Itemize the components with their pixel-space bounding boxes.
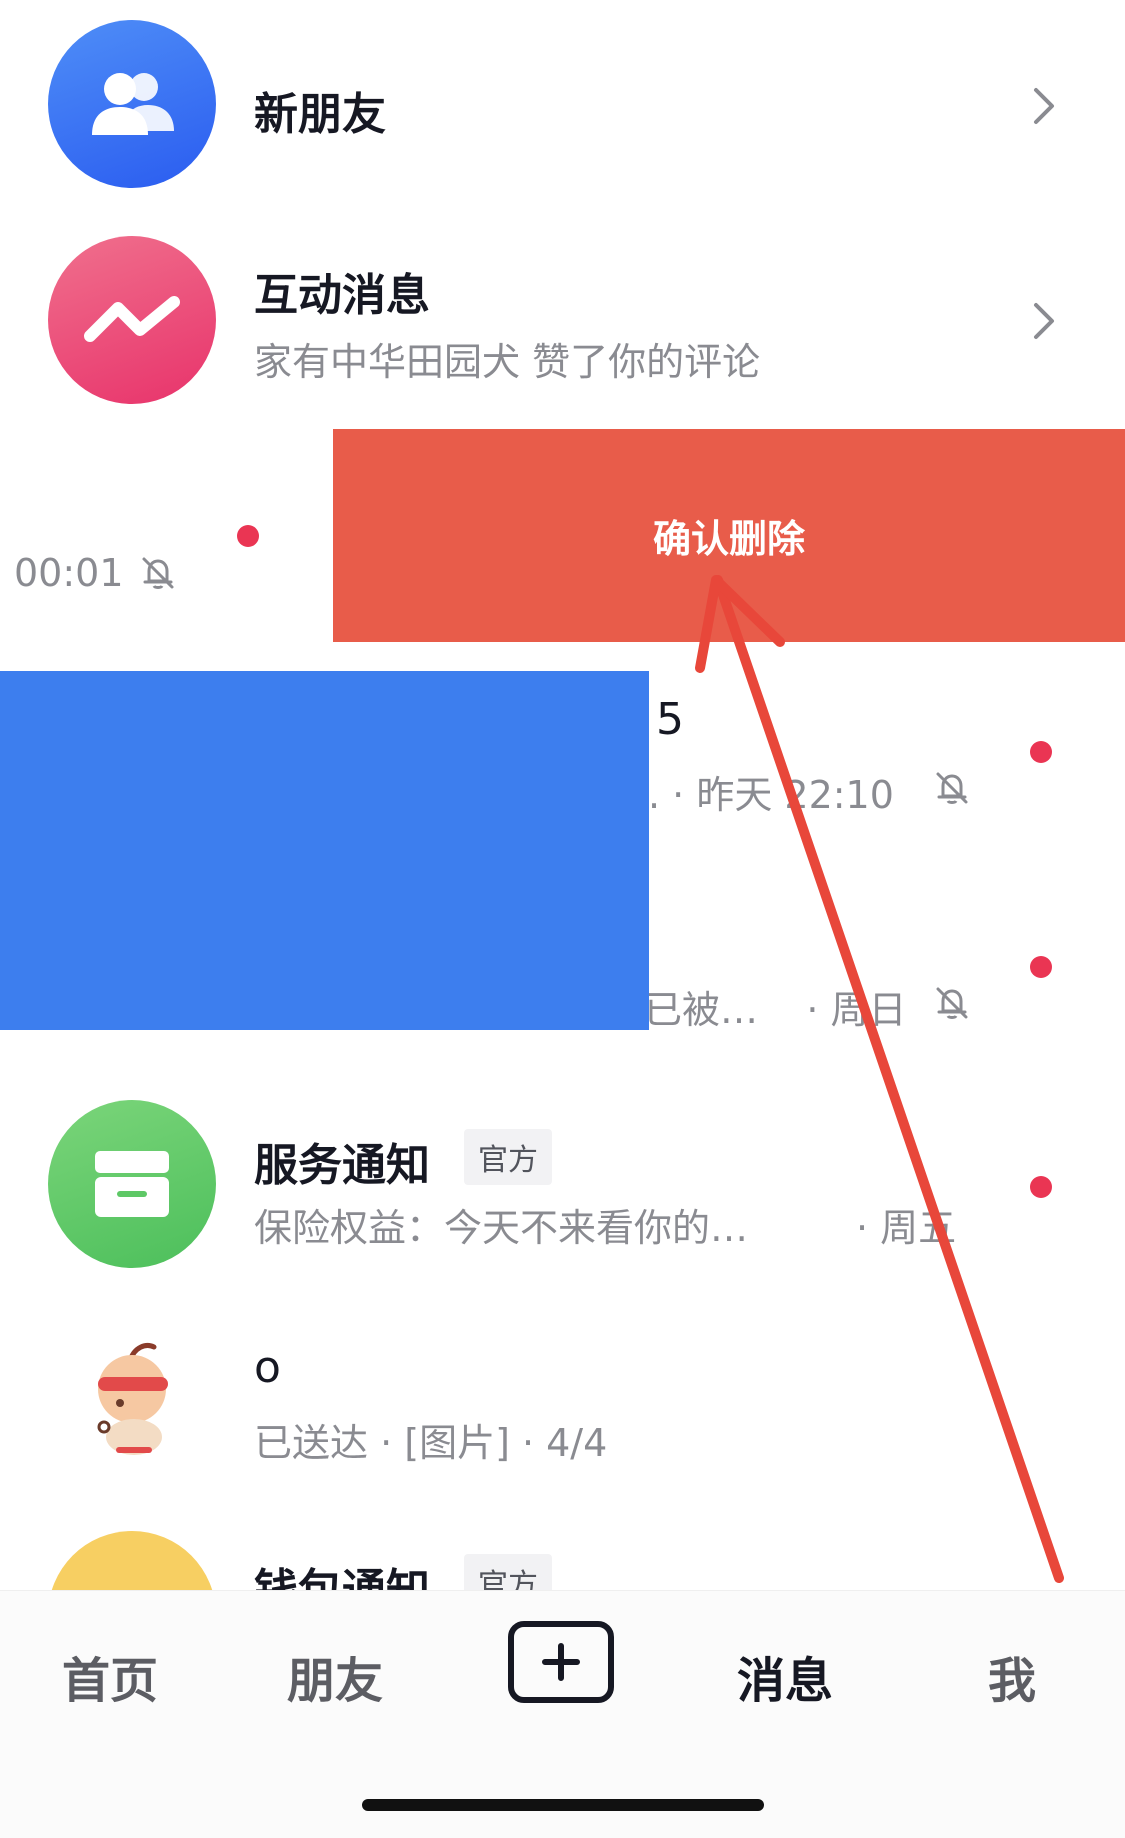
confirm-delete-button[interactable]: 确认删除 — [333, 429, 1125, 642]
cartoon-avatar — [97, 1343, 168, 1455]
conversation-title: o — [254, 1342, 281, 1393]
wallet-notification-row[interactable]: 钱包通知 官方 — [0, 1520, 1125, 1590]
avatar — [48, 1315, 216, 1483]
tab-messages[interactable]: 消息 — [737, 1641, 833, 1711]
interactions-subtitle: 家有中华田园犬 赞了你的评论 — [254, 340, 761, 384]
new-friends-row[interactable]: 新朋友 — [0, 0, 1125, 210]
unread-dot — [1030, 741, 1052, 763]
redaction-block — [0, 671, 649, 1030]
zigzag-icon — [84, 296, 180, 342]
tab-me[interactable]: 我 — [988, 1641, 1036, 1711]
official-badge: 官方 — [464, 1129, 552, 1185]
conversation-meta: 已被… · 周日 — [644, 988, 907, 1032]
official-badge: 官方 — [464, 1554, 552, 1590]
service-subtitle: 保险权益：今天不来看你的… — [254, 1206, 749, 1250]
bell-off-icon — [142, 557, 174, 589]
unread-dot — [237, 525, 259, 547]
interactions-row[interactable]: 互动消息 家有中华田园犬 赞了你的评论 — [0, 215, 1125, 425]
people-icon — [92, 73, 174, 135]
create-button[interactable] — [508, 1621, 614, 1703]
conversation-meta: . · 昨天 22:10 — [648, 773, 894, 817]
conversation-row-o[interactable]: o 已送达 · [图片] · 4/4 — [0, 1300, 1125, 1510]
new-friends-avatar — [48, 20, 216, 188]
unread-dot — [1030, 956, 1052, 978]
bottom-tab-bar: 首页 朋友 消息 我 — [0, 1590, 1125, 1838]
wallet-avatar — [48, 1531, 216, 1590]
unread-dot — [1030, 1176, 1052, 1198]
tab-home[interactable]: 首页 — [62, 1641, 158, 1711]
plus-icon — [542, 1643, 580, 1681]
service-title: 服务通知 — [254, 1140, 430, 1191]
bell-off-icon — [936, 772, 968, 804]
service-avatar — [48, 1100, 216, 1268]
new-friends-title: 新朋友 — [254, 89, 386, 140]
tab-friends[interactable]: 朋友 — [287, 1641, 383, 1711]
inbox-icon — [95, 1151, 169, 1217]
wallet-title: 钱包通知 — [254, 1554, 430, 1590]
interactions-title: 互动消息 — [254, 270, 430, 321]
chevron-right-icon — [1034, 303, 1054, 339]
conversation-time: 00:01 — [14, 551, 124, 595]
service-time: · 周五 — [856, 1206, 957, 1250]
chevron-right-icon — [1034, 88, 1054, 124]
messages-screen: 新朋友 互动消息 家有中华田园犬 赞了你的评论 00:01 确认删除 5 . ·… — [0, 0, 1125, 1838]
service-notification-row[interactable]: 服务通知 官方 保险权益：今天不来看你的… · 周五 — [0, 1085, 1125, 1295]
home-indicator — [362, 1799, 764, 1811]
conversation-title-fragment: 5 — [656, 694, 684, 745]
conversation-subtitle: 已送达 · [图片] · 4/4 — [254, 1421, 608, 1465]
bell-off-icon — [936, 987, 968, 1019]
interactions-avatar — [48, 236, 216, 404]
